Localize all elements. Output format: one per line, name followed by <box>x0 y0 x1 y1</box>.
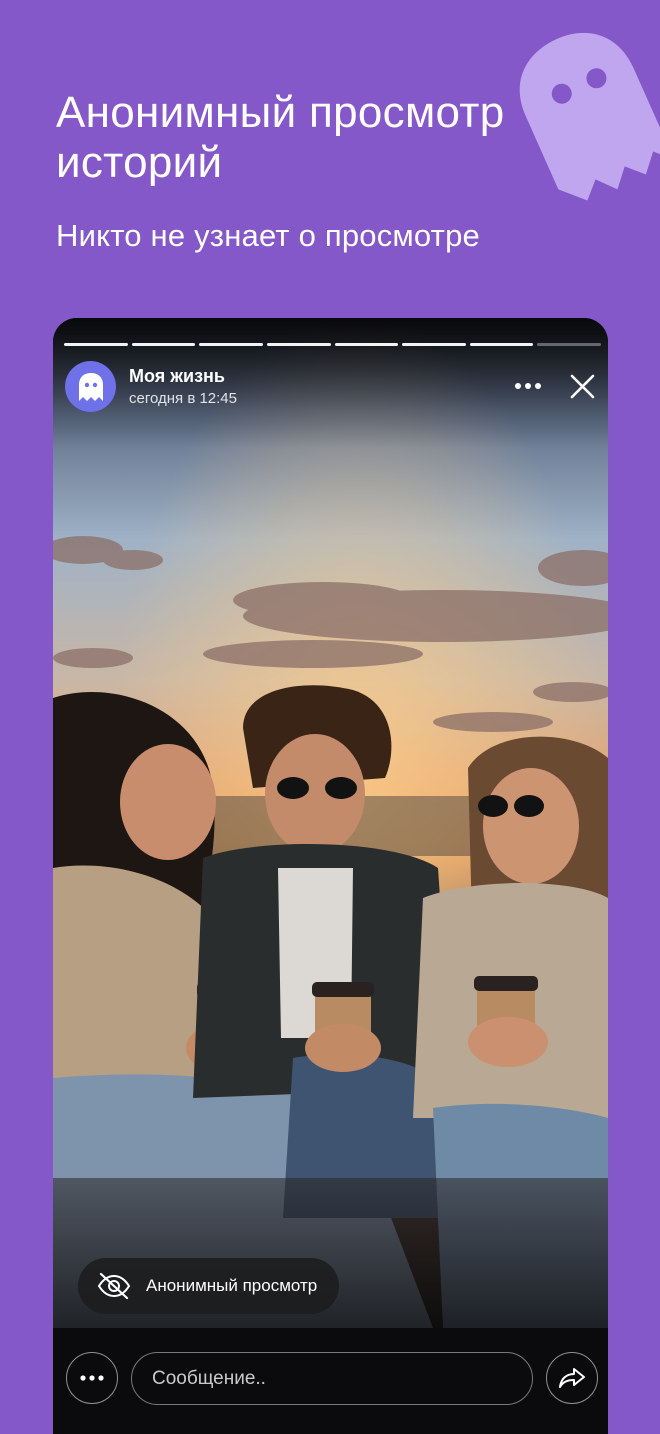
message-input[interactable] <box>131 1352 533 1405</box>
more-horizontal-icon[interactable] <box>513 374 543 398</box>
promo-subtitle: Никто не узнает о просмотре <box>56 218 480 253</box>
author-avatar[interactable] <box>65 361 116 412</box>
story-progress-segment <box>469 343 534 346</box>
story-progress-segment <box>334 343 399 346</box>
story-author[interactable]: Моя жизнь <box>129 365 225 387</box>
story-progress-segment <box>64 343 128 346</box>
composer-menu-button[interactable] <box>66 1352 118 1404</box>
story-progress <box>64 343 601 346</box>
promo-title: Анонимный просмотр историй <box>56 88 505 187</box>
story-photo <box>53 318 608 1328</box>
promo-screen: Анонимный просмотр историй Никто не узна… <box>0 0 660 1434</box>
story-timestamp: сегодня в 12:45 <box>129 390 237 407</box>
story-progress-segment <box>266 343 331 346</box>
anonymous-view-badge[interactable]: Анонимный просмотр <box>78 1258 340 1314</box>
story-progress-segment <box>131 343 196 346</box>
story-viewer: Моя жизнь сегодня в 12:45 Анонимный прос… <box>53 318 608 1434</box>
story-progress-segment <box>402 343 466 346</box>
anonymous-view-label: Анонимный просмотр <box>146 1276 318 1295</box>
ghost-icon <box>519 32 660 201</box>
story-progress-segment <box>537 343 601 346</box>
story-header: Моя жизнь сегодня в 12:45 <box>65 360 596 412</box>
ghost-icon <box>78 372 103 401</box>
more-horizontal-icon <box>80 1375 104 1381</box>
close-icon[interactable] <box>569 373 596 400</box>
eye-crossed-icon <box>97 1272 131 1300</box>
message-composer <box>53 1328 608 1434</box>
story-progress-segment <box>199 343 263 346</box>
share-button[interactable] <box>546 1352 598 1404</box>
share-arrow-icon <box>559 1368 585 1388</box>
